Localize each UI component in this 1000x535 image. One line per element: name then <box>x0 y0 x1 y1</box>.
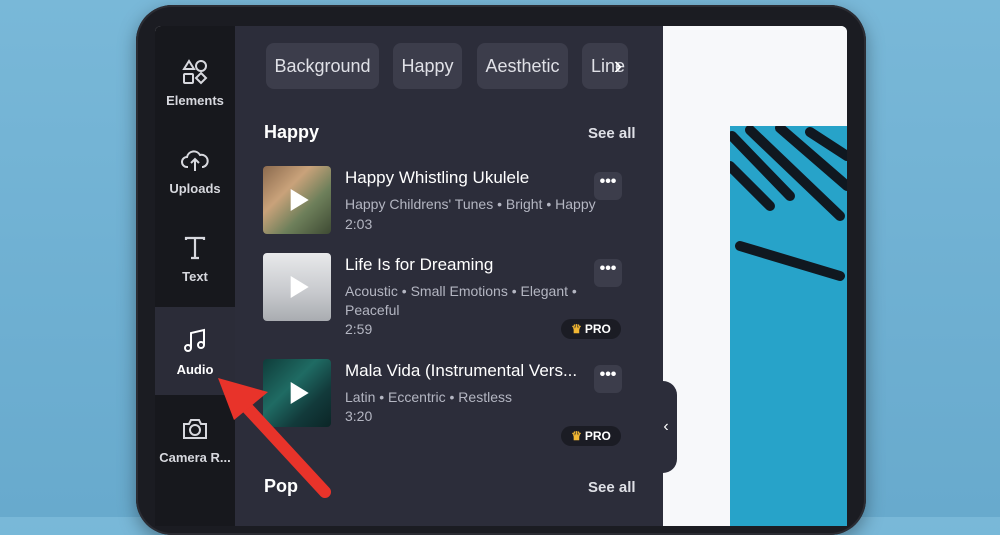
sidebar-item-text[interactable]: Text <box>155 214 235 302</box>
sidebar-item-label: Elements <box>166 92 224 108</box>
sidebar-item-label: Uploads <box>169 180 221 196</box>
track-duration: 3:20 <box>345 408 373 424</box>
shapes-icon <box>182 58 208 84</box>
see-all-link[interactable]: See all <box>588 479 636 496</box>
camera-icon <box>183 418 207 439</box>
sidebar-item-uploads[interactable]: Uploads <box>155 126 235 214</box>
track-tags: Latin • Eccentric • Restless <box>345 389 512 405</box>
chevron-right-icon[interactable]: › <box>607 50 629 80</box>
pro-badge: ♛ PRO <box>561 319 621 339</box>
track-row[interactable]: Life Is for Dreaming Acoustic • Small Em… <box>263 253 643 339</box>
sidebar-item-label: Text <box>182 268 208 284</box>
track-tags: Acoustic • Small Emotions • Elegant • Pe… <box>345 283 577 318</box>
more-options-button[interactable]: ••• <box>594 172 622 200</box>
track-title: Mala Vida (Instrumental Vers... <box>345 361 578 380</box>
see-all-link[interactable]: See all <box>588 125 636 142</box>
category-chip-aesthetic[interactable]: Aesthetic <box>477 43 568 89</box>
track-tags: Happy Childrens' Tunes • Bright • Happy <box>345 196 596 212</box>
design-canvas[interactable] <box>663 26 847 526</box>
track-duration: 2:03 <box>345 216 373 232</box>
track-duration: 2:59 <box>345 321 373 337</box>
brush-strokes-graphic <box>730 126 847 281</box>
section-title-happy: Happy <box>264 122 320 142</box>
category-chip-background[interactable]: Background <box>266 43 379 89</box>
crown-icon: ♛ <box>571 322 582 336</box>
more-options-button[interactable]: ••• <box>594 365 622 393</box>
more-options-button[interactable]: ••• <box>594 259 622 287</box>
pro-badge: ♛ PRO <box>561 426 621 446</box>
crown-icon: ♛ <box>571 429 582 443</box>
track-row[interactable]: Happy Whistling Ukulele Happy Childrens'… <box>263 166 643 238</box>
music-note-icon <box>184 328 205 352</box>
track-title: Happy Whistling Ukulele <box>345 168 530 187</box>
track-thumbnail[interactable] <box>263 166 331 234</box>
sidebar-item-elements[interactable]: Elements <box>155 38 235 126</box>
track-title: Life Is for Dreaming <box>345 255 494 274</box>
sidebar-item-label: Audio <box>176 361 214 377</box>
category-chip-happy[interactable]: Happy <box>393 43 462 89</box>
artboard[interactable] <box>730 126 847 526</box>
collapse-panel-button[interactable]: ‹ <box>655 381 677 473</box>
play-icon[interactable] <box>290 189 309 211</box>
cloud-upload-icon <box>181 149 209 171</box>
play-icon[interactable] <box>290 276 309 298</box>
track-thumbnail[interactable] <box>263 253 331 321</box>
text-icon <box>184 236 206 259</box>
red-arrow-annotation <box>218 378 331 498</box>
